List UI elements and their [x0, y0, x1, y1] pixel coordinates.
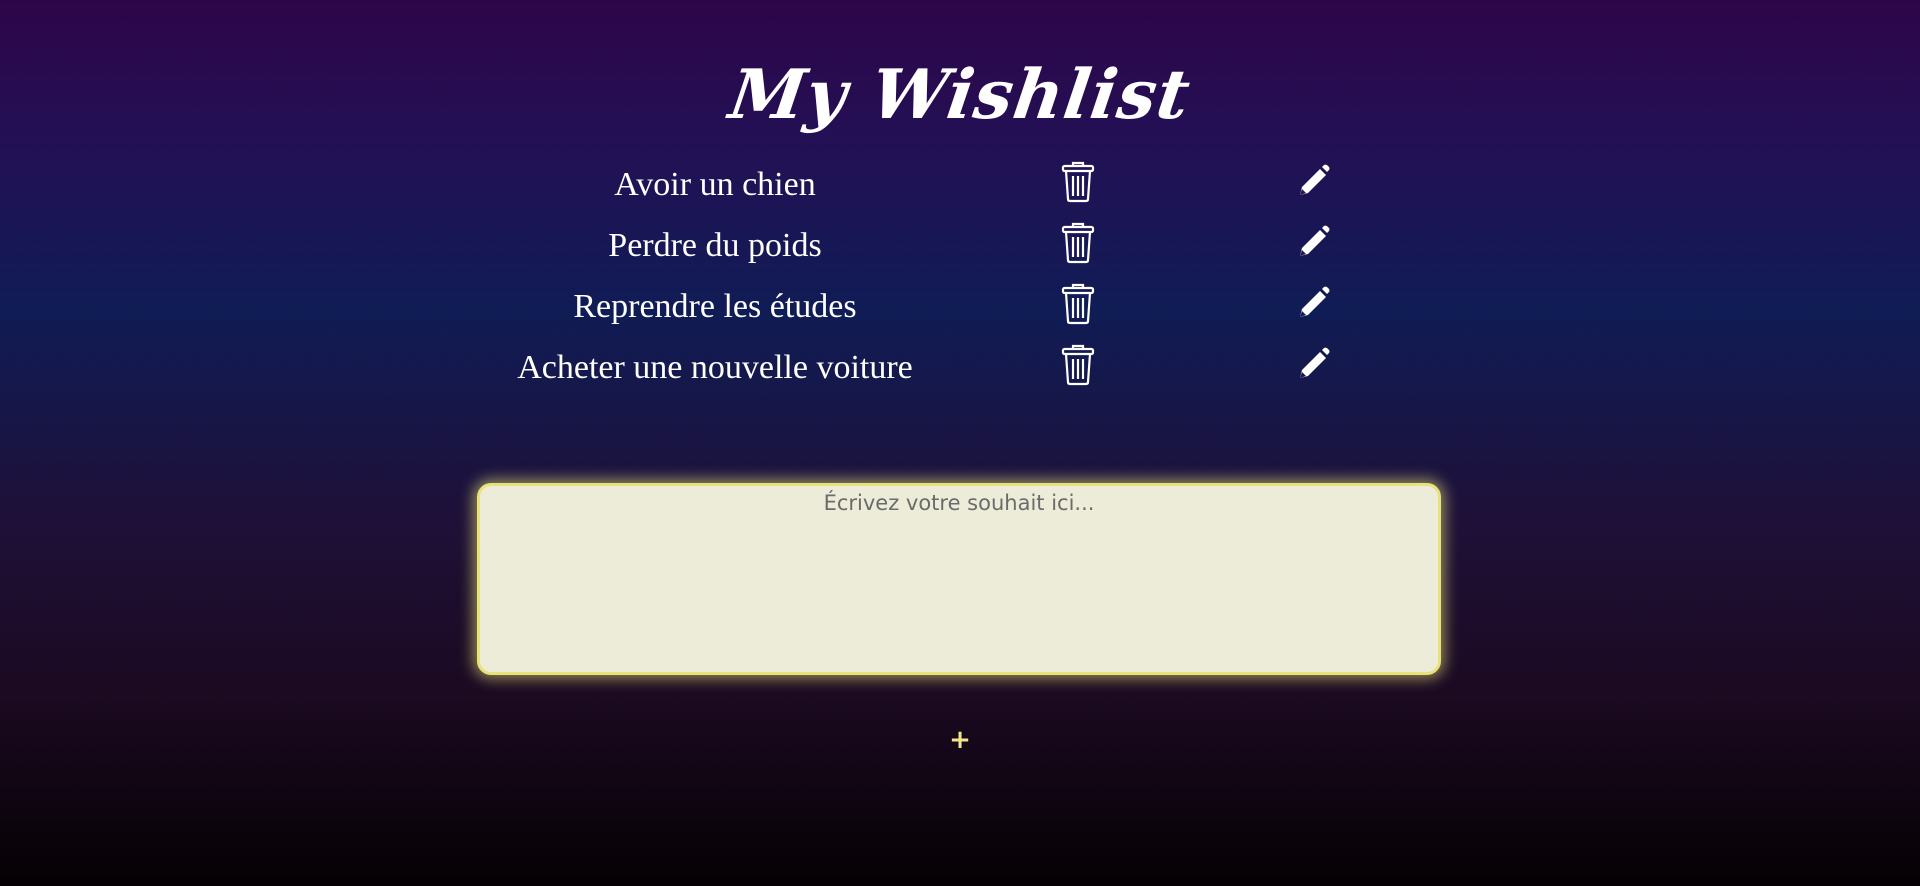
trash-icon: [1061, 344, 1095, 386]
delete-button[interactable]: [1060, 283, 1096, 325]
list-item: Acheter une nouvelle voiture: [0, 338, 1920, 398]
delete-button[interactable]: [1060, 222, 1096, 264]
wish-text: Acheter une nouvelle voiture: [517, 349, 913, 386]
delete-button[interactable]: [1060, 344, 1096, 386]
page-title: My Wishlist: [724, 54, 1196, 135]
pencil-icon: [1300, 225, 1330, 256]
pencil-icon: [1300, 164, 1330, 195]
list-item: Perdre du poids: [0, 216, 1920, 276]
edit-button[interactable]: [1296, 346, 1330, 382]
add-wish-button[interactable]: +: [940, 720, 980, 760]
edit-button[interactable]: [1296, 163, 1330, 199]
delete-button[interactable]: [1060, 161, 1096, 203]
trash-icon: [1061, 222, 1095, 264]
wish-text: Avoir un chien: [614, 166, 816, 203]
wish-text: Perdre du poids: [608, 227, 822, 264]
list-item: Avoir un chien: [0, 155, 1920, 215]
list-item: Reprendre les études: [0, 277, 1920, 337]
wish-text: Reprendre les études: [573, 288, 857, 325]
trash-icon: [1061, 283, 1095, 325]
wish-input[interactable]: [477, 483, 1441, 675]
edit-button[interactable]: [1296, 224, 1330, 260]
edit-button[interactable]: [1296, 285, 1330, 321]
pencil-icon: [1300, 286, 1330, 317]
trash-icon: [1061, 161, 1095, 203]
pencil-icon: [1300, 347, 1330, 378]
